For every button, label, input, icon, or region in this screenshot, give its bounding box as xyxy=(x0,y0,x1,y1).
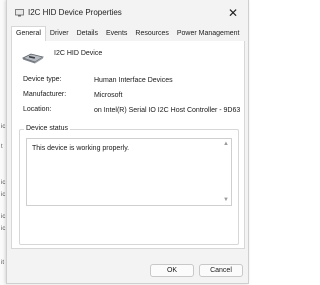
dialog-title: I2C HID Device Properties xyxy=(28,8,122,17)
general-tab-panel: I2C HID Device Device type: Human Interf… xyxy=(11,41,245,249)
close-icon: ✕ xyxy=(227,6,239,20)
background-text: ic xyxy=(1,192,6,198)
background-text: it xyxy=(1,260,4,266)
tab-strip: General Driver Details Events Resources … xyxy=(11,26,244,43)
cancel-button[interactable]: Cancel xyxy=(199,264,243,277)
background-text: ic xyxy=(1,214,6,220)
background-text: ic xyxy=(1,180,6,186)
manufacturer-value: Microsoft xyxy=(94,92,123,99)
device-type-label: Device type: xyxy=(23,76,62,83)
device-status-textbox[interactable]: This device is working properly. ▲ ▼ xyxy=(26,138,232,206)
location-label: Location: xyxy=(23,106,52,113)
device-type-value: Human Interface Devices xyxy=(94,77,173,84)
device-status-text: This device is working properly. xyxy=(32,145,130,152)
device-status-group: Device status This device is working pro… xyxy=(19,125,239,245)
background-text: ic xyxy=(1,226,6,232)
background-text: ic xyxy=(1,124,6,130)
hid-device-icon xyxy=(22,53,44,64)
tab-resources[interactable]: Resources xyxy=(131,27,173,42)
properties-dialog: I2C HID Device Properties ✕ General Driv… xyxy=(6,0,249,284)
ok-button[interactable]: OK xyxy=(150,264,194,277)
tab-power-management[interactable]: Power Management xyxy=(172,27,244,42)
device-manager-icon xyxy=(15,9,24,17)
tab-driver[interactable]: Driver xyxy=(45,27,73,42)
manufacturer-label: Manufacturer: xyxy=(23,91,67,98)
location-value: on Intel(R) Serial IO I2C Host Controlle… xyxy=(94,107,241,114)
device-status-legend: Device status xyxy=(24,125,71,132)
tab-events[interactable]: Events xyxy=(101,27,132,42)
background-text: t xyxy=(1,144,3,150)
scroll-down-arrow-icon[interactable]: ▼ xyxy=(223,197,229,203)
scroll-up-arrow-icon[interactable]: ▲ xyxy=(223,141,229,147)
device-name: I2C HID Device xyxy=(54,50,103,57)
close-button[interactable]: ✕ xyxy=(218,0,248,26)
title-bar[interactable]: I2C HID Device Properties ✕ xyxy=(7,0,248,26)
tab-details[interactable]: Details xyxy=(72,27,102,42)
